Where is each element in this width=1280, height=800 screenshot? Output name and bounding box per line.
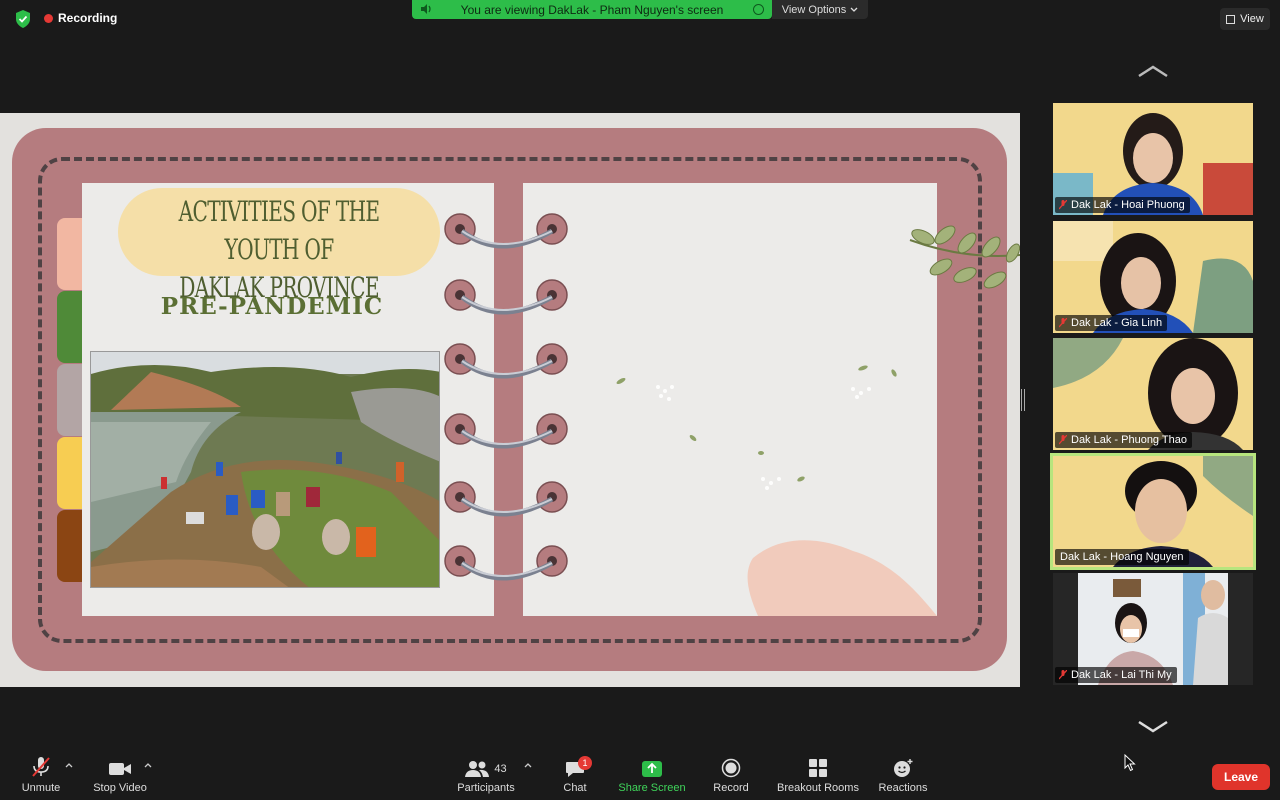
leave-button[interactable]: Leave xyxy=(1212,764,1270,790)
participants-label: Participants xyxy=(457,782,515,794)
view-options-label: View Options xyxy=(781,3,847,16)
breakout-rooms-icon xyxy=(809,759,827,777)
shield-icon[interactable] xyxy=(14,9,32,29)
reactions-label: Reactions xyxy=(878,782,928,794)
breakout-rooms-label: Breakout Rooms xyxy=(777,782,859,794)
activity-photo xyxy=(90,351,440,588)
notebook-right-page xyxy=(523,183,937,616)
recording-dot-icon xyxy=(44,13,53,23)
participant-tile-active-speaker[interactable]: Dak Lak - Hoang Nguyen xyxy=(1050,453,1256,570)
meeting-toolbar: Unmute Stop Video 43 Participants Chat 1 xyxy=(0,752,1280,800)
slide-title-line1: ACTIVITIES OF THE YOUTH OF xyxy=(178,195,380,266)
shared-screen: ACTIVITIES OF THE YOUTH OF DAKLAK PROVIN… xyxy=(0,113,1020,687)
participant-name-tag: Dak Lak - Phuong Thao xyxy=(1055,432,1192,448)
notebook-spiral-rings xyxy=(440,213,580,599)
photo-image xyxy=(91,352,439,587)
viewing-screen-banner: You are viewing DakLak - Pham Nguyen's s… xyxy=(412,0,772,19)
participant-tile[interactable]: Dak Lak - Hoai Phuong xyxy=(1053,103,1253,215)
participant-tile[interactable]: Dak Lak - Phuong Thao xyxy=(1053,338,1253,450)
participant-name: Dak Lak - Hoang Nguyen xyxy=(1060,551,1184,563)
recording-label: Recording xyxy=(58,11,118,25)
share-screen-button[interactable]: Share Screen xyxy=(616,752,688,800)
reactions-button[interactable]: Reactions xyxy=(874,752,932,800)
participants-options-caret-icon[interactable] xyxy=(524,762,532,768)
gallery-scroll-down-icon[interactable] xyxy=(1137,720,1169,734)
mic-muted-icon xyxy=(1059,318,1067,328)
participant-tile[interactable]: Dak Lak - Lai Thi My xyxy=(1053,573,1253,685)
leaf-branch-decoration xyxy=(909,225,1020,289)
participant-name-tag: Dak Lak - Gia Linh xyxy=(1055,315,1168,331)
share-screen-icon xyxy=(642,761,662,777)
mic-muted-icon xyxy=(1059,200,1067,210)
unmute-button[interactable]: Unmute xyxy=(14,752,68,800)
record-icon xyxy=(721,758,741,778)
participants-count: 43 xyxy=(494,763,507,775)
mic-muted-icon xyxy=(1059,435,1067,445)
status-dot-icon xyxy=(753,4,764,15)
mic-muted-icon xyxy=(1059,670,1067,680)
stop-video-button[interactable]: Stop Video xyxy=(88,752,152,800)
mouse-pointer-icon xyxy=(1124,754,1136,772)
participant-name-tag: Dak Lak - Lai Thi My xyxy=(1055,667,1177,683)
participants-icon-group: 43 xyxy=(465,760,507,778)
view-options-button[interactable]: View Options xyxy=(772,0,868,19)
banner-text: You are viewing DakLak - Pham Nguyen's s… xyxy=(460,2,724,17)
chevron-down-icon xyxy=(850,7,858,12)
video-options-caret-icon[interactable] xyxy=(144,762,152,768)
reactions-smiley-icon xyxy=(894,759,913,777)
panel-resize-handle[interactable] xyxy=(1021,389,1025,411)
participant-name: Dak Lak - Phuong Thao xyxy=(1071,434,1187,446)
chat-unread-badge: 1 xyxy=(578,756,592,770)
participants-button[interactable]: 43 Participants xyxy=(452,752,520,800)
breakout-rooms-button[interactable]: Breakout Rooms xyxy=(774,752,862,800)
view-label: View xyxy=(1240,13,1264,25)
participant-tile[interactable]: Dak Lak - Gia Linh xyxy=(1053,221,1253,333)
gallery-scroll-up-icon[interactable] xyxy=(1137,64,1169,78)
speaker-icon xyxy=(421,4,431,14)
participant-name-tag: Dak Lak - Hoang Nguyen xyxy=(1055,549,1189,565)
video-camera-icon xyxy=(109,763,131,775)
recording-indicator[interactable]: Recording xyxy=(44,11,117,25)
participant-name: Dak Lak - Lai Thi My xyxy=(1071,669,1172,681)
grid-icon xyxy=(1226,14,1236,24)
participant-name: Dak Lak - Gia Linh xyxy=(1071,317,1163,329)
mic-muted-icon xyxy=(32,757,50,777)
slide-title: ACTIVITIES OF THE YOUTH OF DAKLAK PROVIN… xyxy=(165,193,394,307)
chat-label: Chat xyxy=(563,782,587,794)
decorative-leaves xyxy=(616,365,937,616)
record-label: Record xyxy=(713,782,749,794)
participant-name: Dak Lak - Hoai Phuong xyxy=(1071,199,1185,211)
participants-icon xyxy=(465,761,490,777)
view-button[interactable]: View xyxy=(1220,8,1270,30)
participant-name-tag: Dak Lak - Hoai Phuong xyxy=(1055,197,1190,213)
record-button[interactable]: Record xyxy=(708,752,754,800)
share-screen-label: Share Screen xyxy=(618,782,686,794)
audio-options-caret-icon[interactable] xyxy=(65,762,73,768)
stop-video-label: Stop Video xyxy=(93,782,147,794)
unmute-label: Unmute xyxy=(21,782,61,794)
slide-subtitle: PRE-PANDEMIC xyxy=(160,293,384,320)
